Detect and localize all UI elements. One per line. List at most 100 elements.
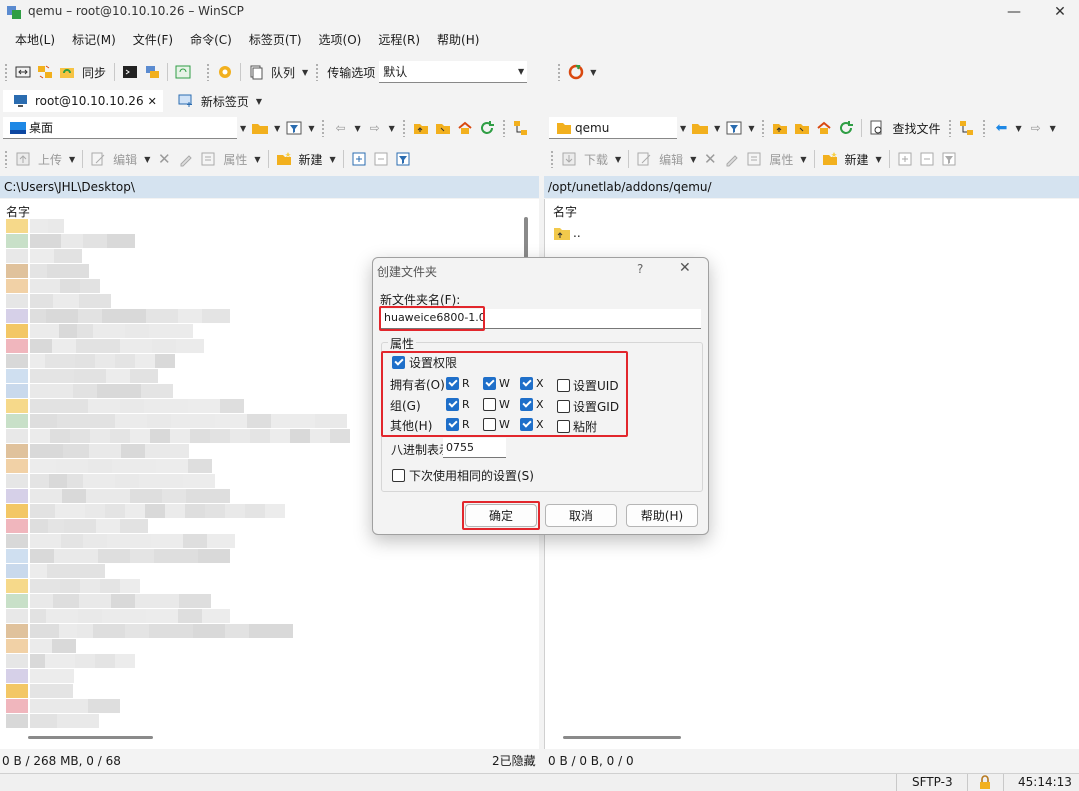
chevron-down-icon[interactable]: ▼ (615, 155, 621, 164)
menu-file[interactable]: 文件(F) (124, 29, 181, 51)
terminal-icon[interactable] (121, 63, 139, 81)
left-path-bar[interactable]: C:\Users\JHL\Desktop\ (0, 176, 539, 198)
properties-icon[interactable] (745, 150, 763, 168)
menu-commands[interactable]: 命令(C) (181, 29, 240, 51)
edit-button[interactable]: 编辑 (659, 151, 683, 168)
left-column-name[interactable]: 名字 (0, 199, 539, 224)
edit-icon[interactable] (635, 150, 653, 168)
filter-select-icon[interactable] (394, 150, 412, 168)
chevron-down-icon[interactable]: ▼ (330, 155, 336, 164)
properties-button[interactable]: 属性 (223, 151, 247, 168)
queue-dropdown-icon[interactable]: ▼ (302, 68, 308, 77)
synchronize-icon[interactable] (36, 63, 54, 81)
root-dir-icon[interactable] (434, 119, 452, 137)
refresh-icon[interactable] (478, 119, 496, 137)
chevron-down-icon[interactable]: ▼ (354, 124, 360, 133)
chevron-down-icon[interactable]: ▼ (274, 124, 280, 133)
download-button[interactable]: 下载 (584, 151, 608, 168)
chevron-down-icon[interactable]: ▼ (389, 124, 395, 133)
tab-close-icon[interactable]: ✕ (148, 95, 157, 108)
compare-dirs-icon[interactable] (14, 63, 32, 81)
right-column-name[interactable]: 名字 (545, 199, 1079, 224)
right-location-select[interactable]: qemu (549, 117, 677, 139)
filter-icon[interactable] (725, 119, 743, 137)
new-button[interactable]: 新建 (845, 151, 869, 168)
reuse-settings-checkbox[interactable]: 下次使用相同的设置(S) (392, 467, 534, 484)
select-plus-icon[interactable] (896, 150, 914, 168)
rename-icon[interactable] (177, 150, 195, 168)
list-item[interactable]: .. (545, 224, 1079, 242)
help-button[interactable]: 帮助(H) (626, 504, 698, 527)
menu-mark[interactable]: 标记(M) (63, 29, 124, 51)
menu-help[interactable]: 帮助(H) (428, 29, 487, 51)
chevron-down-icon[interactable]: ▼ (590, 68, 596, 77)
forward-arrow-icon[interactable]: ⇨ (366, 119, 384, 137)
find-files-icon[interactable] (868, 119, 886, 137)
parent-dir-icon[interactable] (412, 119, 430, 137)
select-minus-icon[interactable] (918, 150, 936, 168)
chevron-down-icon[interactable]: ▼ (254, 155, 260, 164)
root-dir-icon[interactable] (793, 119, 811, 137)
delete-icon[interactable]: ✕ (701, 150, 719, 168)
chevron-down-icon[interactable]: ▼ (714, 124, 720, 133)
left-location-select[interactable]: 桌面 (3, 117, 237, 139)
edit-icon[interactable] (89, 150, 107, 168)
queue-icon[interactable] (247, 63, 265, 81)
chevron-down-icon[interactable]: ▼ (1015, 124, 1021, 133)
right-path-bar[interactable]: /opt/unetlab/addons/qemu/ (544, 176, 1079, 198)
maximize-button[interactable] (992, 0, 1038, 24)
sync-button[interactable]: 同步 (82, 64, 106, 81)
open-folder-icon[interactable] (691, 119, 709, 137)
new-button[interactable]: 新建 (299, 151, 323, 168)
edit-button[interactable]: 编辑 (113, 151, 137, 168)
dialog-help-button[interactable]: ? (637, 262, 643, 276)
putty-icon[interactable] (143, 63, 161, 81)
tree-icon[interactable] (512, 119, 530, 137)
properties-icon[interactable] (199, 150, 217, 168)
home-icon[interactable] (456, 119, 474, 137)
preferences-gear-icon[interactable] (216, 63, 234, 81)
properties-button[interactable]: 属性 (769, 151, 793, 168)
chevron-down-icon[interactable]: ▼ (308, 124, 314, 133)
chevron-down-icon[interactable]: ▼ (1050, 124, 1056, 133)
download-icon[interactable] (560, 150, 578, 168)
close-window-button[interactable]: ✕ (1037, 0, 1079, 24)
menu-tabs[interactable]: 标签页(T) (240, 29, 310, 51)
rename-icon[interactable] (723, 150, 741, 168)
queue-button[interactable]: 队列 (271, 64, 295, 81)
filter-icon[interactable] (285, 119, 303, 137)
select-plus-icon[interactable] (350, 150, 368, 168)
refresh-icon[interactable] (837, 119, 855, 137)
tab-session[interactable]: root@10.10.10.26 ✕ (3, 90, 163, 112)
right-horizontal-scrollbar[interactable] (563, 736, 681, 739)
parent-dir-icon[interactable] (771, 119, 789, 137)
back-arrow-icon[interactable]: ⬅ (992, 119, 1010, 137)
left-horizontal-scrollbar[interactable] (28, 736, 153, 739)
upload-icon[interactable] (14, 150, 32, 168)
chevron-down-icon[interactable]: ▼ (690, 155, 696, 164)
new-folder-icon[interactable] (275, 150, 293, 168)
find-files-button[interactable]: 查找文件 (892, 120, 940, 137)
select-minus-icon[interactable] (372, 150, 390, 168)
open-folder-icon[interactable] (251, 119, 269, 137)
back-arrow-icon[interactable]: ⇦ (331, 119, 349, 137)
upload-button[interactable]: 上传 (38, 151, 62, 168)
forward-arrow-icon[interactable]: ⇨ (1027, 119, 1045, 137)
refresh-session-icon[interactable] (174, 63, 192, 81)
sync-folders-icon[interactable] (58, 63, 76, 81)
menu-local[interactable]: 本地(L) (6, 29, 63, 51)
cancel-button[interactable]: 取消 (545, 504, 617, 527)
chevron-down-icon[interactable]: ▼ (144, 155, 150, 164)
chevron-down-icon[interactable]: ▼ (800, 155, 806, 164)
menu-options[interactable]: 选项(O) (310, 29, 370, 51)
menu-remote[interactable]: 远程(R) (369, 29, 428, 51)
chevron-down-icon[interactable]: ▼ (748, 124, 754, 133)
chevron-down-icon[interactable]: ▼ (240, 124, 246, 133)
tree-icon[interactable] (958, 119, 976, 137)
sync-browse-icon[interactable] (567, 63, 585, 81)
chevron-down-icon[interactable]: ▼ (876, 155, 882, 164)
new-folder-icon[interactable] (821, 150, 839, 168)
home-icon[interactable] (815, 119, 833, 137)
lock-icon[interactable] (978, 775, 992, 791)
tab-new[interactable]: 新标签页 ▼ (169, 90, 271, 112)
